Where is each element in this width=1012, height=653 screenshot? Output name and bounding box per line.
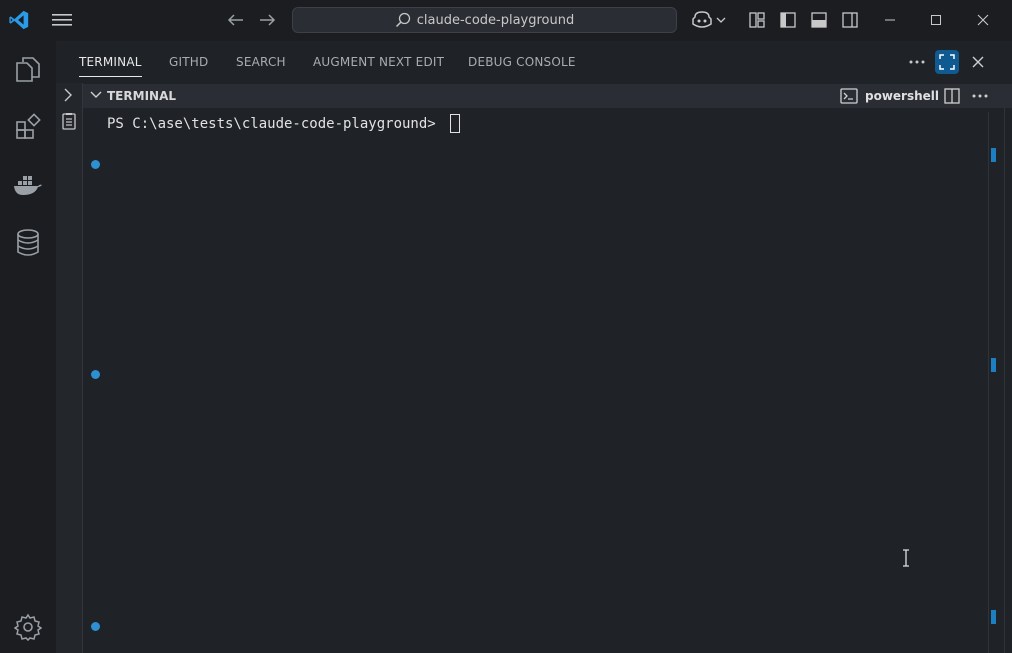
chevron-down-icon[interactable]	[712, 8, 730, 32]
shell-name[interactable]: powershell	[865, 89, 939, 103]
close-icon[interactable]	[971, 8, 995, 32]
terminal-body[interactable]: PS C:\ase\tests\claude-code-playground>	[83, 108, 988, 653]
toggle-sidebar-icon[interactable]	[776, 8, 800, 32]
maximize-icon[interactable]	[924, 8, 948, 32]
split-terminal-icon[interactable]	[944, 88, 960, 104]
extensions-icon[interactable]	[12, 111, 44, 143]
panel-right-edge	[1004, 108, 1012, 653]
chevron-right-icon[interactable]	[63, 88, 73, 102]
tab-githd[interactable]: GITHD	[169, 55, 208, 77]
toggle-panel-icon[interactable]	[807, 8, 831, 32]
terminal-section-title: TERMINAL	[107, 89, 177, 103]
terminal-tabs-strip	[56, 83, 83, 653]
terminal-more-icon[interactable]	[972, 94, 988, 98]
prompt-text: PS C:\ase\tests\claude-code-playground>	[107, 115, 445, 132]
menu-icon[interactable]	[50, 8, 74, 32]
close-panel-icon[interactable]	[968, 51, 988, 73]
tab-debug-console[interactable]: DEBUG CONSOLE	[468, 55, 576, 77]
scrollbar-marker	[991, 148, 996, 162]
more-actions-icon[interactable]	[906, 51, 928, 73]
scrollbar-marker	[991, 358, 996, 372]
terminal-cursor	[450, 114, 461, 133]
vscode-logo-icon[interactable]	[7, 8, 31, 32]
clipboard-icon[interactable]	[61, 112, 77, 130]
search-icon	[395, 12, 411, 28]
copilot-icon[interactable]	[690, 8, 714, 32]
search-text: claude-code-playground	[416, 12, 575, 28]
title-bar: claude-code-playground	[0, 0, 1012, 41]
command-decoration-dot[interactable]	[91, 160, 100, 169]
command-decoration-dot[interactable]	[91, 622, 100, 631]
command-center-search[interactable]: claude-code-playground	[292, 7, 677, 33]
minimize-icon[interactable]	[878, 8, 902, 32]
chevron-down-icon[interactable]	[90, 91, 102, 99]
scrollbar-marker	[991, 610, 996, 624]
panel-tabs: TERMINAL GITHD SEARCH AUGMENT NEXT EDIT …	[56, 41, 1012, 83]
terminal-header: TERMINAL powershell	[83, 84, 1012, 108]
database-icon[interactable]	[12, 227, 44, 259]
tab-search[interactable]: SEARCH	[236, 55, 286, 77]
command-decoration-dot[interactable]	[91, 370, 100, 379]
terminal-shell-icon	[840, 87, 858, 105]
text-cursor-ibeam-icon	[901, 549, 911, 567]
back-arrow-icon[interactable]	[224, 8, 248, 32]
forward-arrow-icon[interactable]	[255, 8, 279, 32]
toggle-secondary-sidebar-icon[interactable]	[838, 8, 862, 32]
activity-bar	[0, 41, 56, 653]
terminal-scrollbar[interactable]	[988, 112, 1004, 653]
maximize-panel-icon[interactable]	[935, 50, 959, 74]
tab-terminal[interactable]: TERMINAL	[79, 55, 142, 77]
gear-icon[interactable]	[12, 611, 44, 643]
tab-augment-next-edit[interactable]: AUGMENT NEXT EDIT	[313, 55, 444, 77]
files-icon[interactable]	[12, 53, 44, 85]
customize-layout-icon[interactable]	[745, 8, 769, 32]
terminal-prompt-line: PS C:\ase\tests\claude-code-playground>	[107, 114, 461, 133]
docker-icon[interactable]	[12, 169, 44, 201]
bottom-panel: TERMINAL GITHD SEARCH AUGMENT NEXT EDIT …	[56, 41, 1012, 653]
